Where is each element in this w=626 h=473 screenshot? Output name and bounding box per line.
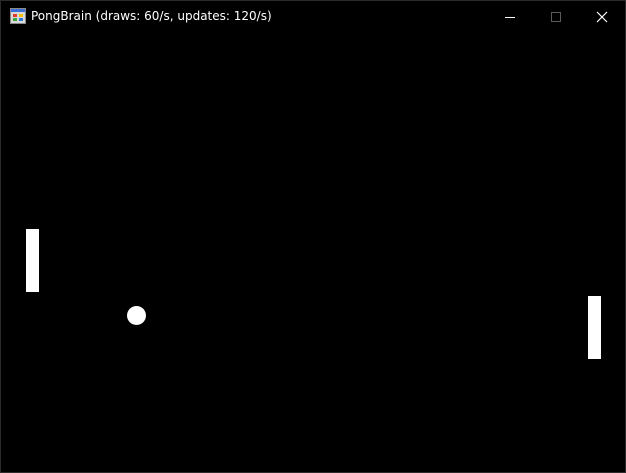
minimize-icon xyxy=(505,16,515,18)
close-icon xyxy=(596,11,608,22)
title-bar[interactable]: PongBrain (draws: 60/s, updates: 120/s) xyxy=(1,1,625,32)
maximize-button[interactable] xyxy=(533,1,579,32)
game-canvas[interactable] xyxy=(1,32,625,472)
minimize-button[interactable] xyxy=(487,1,533,32)
maximize-icon xyxy=(551,11,561,22)
left-paddle xyxy=(26,229,39,292)
right-paddle xyxy=(588,296,601,359)
close-button[interactable] xyxy=(579,1,625,32)
app-window: PongBrain (draws: 60/s, updates: 120/s) xyxy=(0,0,626,473)
window-title: PongBrain (draws: 60/s, updates: 120/s) xyxy=(31,9,272,23)
ball xyxy=(127,306,146,325)
application-icon xyxy=(10,8,26,24)
